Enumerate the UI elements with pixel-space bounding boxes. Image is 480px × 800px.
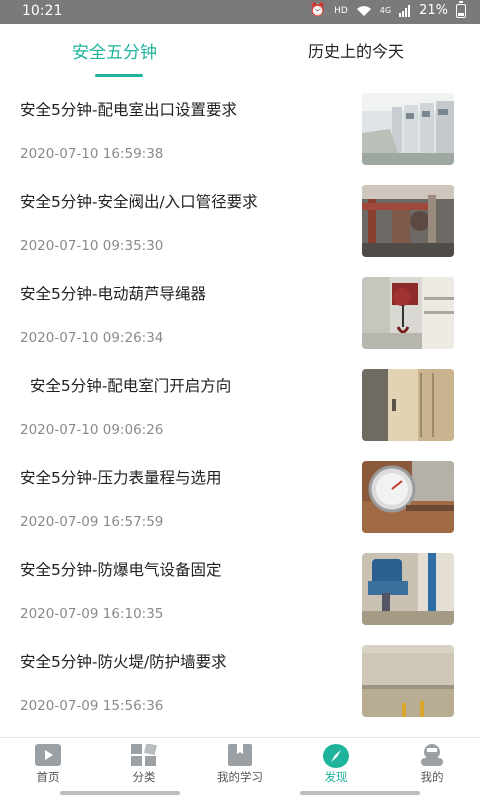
nav-profile[interactable]: 我的 (392, 738, 472, 786)
article-thumbnail (362, 461, 454, 533)
compass-icon (323, 744, 349, 772)
status-icons: ⏰ HD 4G 21% (309, 0, 466, 18)
article-thumbnail (362, 369, 454, 441)
article-thumbnail (362, 553, 454, 625)
article-item[interactable]: 安全5分钟-电动葫芦导绳器 2020-07-10 09:26:34 (0, 264, 480, 356)
gesture-bar-right (300, 791, 420, 795)
article-title: 安全5分钟-电动葫芦导绳器 (20, 285, 206, 303)
alarm-icon: ⏰ (309, 3, 327, 18)
category-icon (131, 743, 157, 770)
tab-history-today[interactable]: 历史上的今天 (308, 38, 404, 62)
nav-discover[interactable]: 发现 (296, 738, 376, 786)
article-date: 2020-07-09 15:56:36 (20, 698, 164, 714)
article-date: 2020-07-10 09:35:30 (20, 238, 164, 254)
article-date: 2020-07-09 16:10:35 (20, 606, 164, 622)
profile-icon (419, 744, 445, 770)
article-item[interactable]: 安全5分钟-配电室门开启方向 2020-07-10 09:06:26 (0, 356, 480, 448)
tab-safety-five-minutes[interactable]: 安全五分钟 (72, 38, 157, 63)
bottom-nav: 首页 分类 我的学习 发现 我的 (0, 737, 480, 786)
article-date: 2020-07-10 09:26:34 (20, 330, 164, 346)
article-title: 安全5分钟-防爆电气设备固定 (20, 561, 222, 579)
nav-my-study[interactable]: 我的学习 (200, 738, 280, 786)
article-thumbnail (362, 645, 454, 717)
article-date: 2020-07-10 16:59:38 (20, 146, 164, 162)
signal-icon (399, 4, 411, 17)
article-item[interactable]: 安全5分钟-防爆电气设备固定 2020-07-09 16:10:35 (0, 540, 480, 632)
battery-percent: 21% (419, 3, 448, 18)
article-thumbnail (362, 277, 454, 349)
nav-label: 首页 (36, 770, 60, 784)
nav-label: 分类 (132, 770, 156, 784)
status-time: 10:21 (22, 3, 63, 19)
top-tabs: 安全五分钟 历史上的今天 (0, 24, 480, 80)
play-icon (35, 744, 61, 770)
article-item[interactable]: 安全5分钟-安全阀出/入口管径要求 2020-07-10 09:35:30 (0, 172, 480, 264)
article-title: 安全5分钟-配电室门开启方向 (20, 377, 232, 395)
active-tab-indicator (95, 74, 143, 77)
article-title: 安全5分钟-安全阀出/入口管径要求 (20, 193, 258, 211)
nav-home[interactable]: 首页 (8, 738, 88, 786)
article-thumbnail (362, 93, 454, 165)
wifi-icon (356, 5, 371, 16)
nav-label: 我的学习 (217, 770, 263, 784)
signal-label: 4G (379, 6, 392, 15)
nav-label: 我的 (420, 770, 444, 784)
article-thumbnail (362, 185, 454, 257)
article-date: 2020-07-09 16:57:59 (20, 514, 164, 530)
bookmark-icon (228, 744, 252, 770)
article-list: 安全5分钟-配电室出口设置要求 2020-07-10 16:59:38 安全5分… (0, 80, 480, 724)
article-title: 安全5分钟-配电室出口设置要求 (20, 101, 237, 119)
article-title: 安全5分钟-防火堤/防护墙要求 (20, 653, 227, 671)
status-bar: 10:21 ⏰ HD 4G 21% (0, 0, 480, 24)
nav-category[interactable]: 分类 (104, 738, 184, 786)
network-badge: HD (334, 5, 348, 16)
article-date: 2020-07-10 09:06:26 (20, 422, 164, 438)
battery-icon (456, 0, 466, 18)
nav-label: 发现 (324, 770, 348, 784)
article-item[interactable]: 安全5分钟-配电室出口设置要求 2020-07-10 16:59:38 (0, 80, 480, 172)
gesture-bar-left (60, 791, 180, 795)
article-title: 安全5分钟-压力表量程与选用 (20, 469, 222, 487)
article-item[interactable]: 安全5分钟-压力表量程与选用 2020-07-09 16:57:59 (0, 448, 480, 540)
article-item[interactable]: 安全5分钟-防火堤/防护墙要求 2020-07-09 15:56:36 (0, 632, 480, 724)
